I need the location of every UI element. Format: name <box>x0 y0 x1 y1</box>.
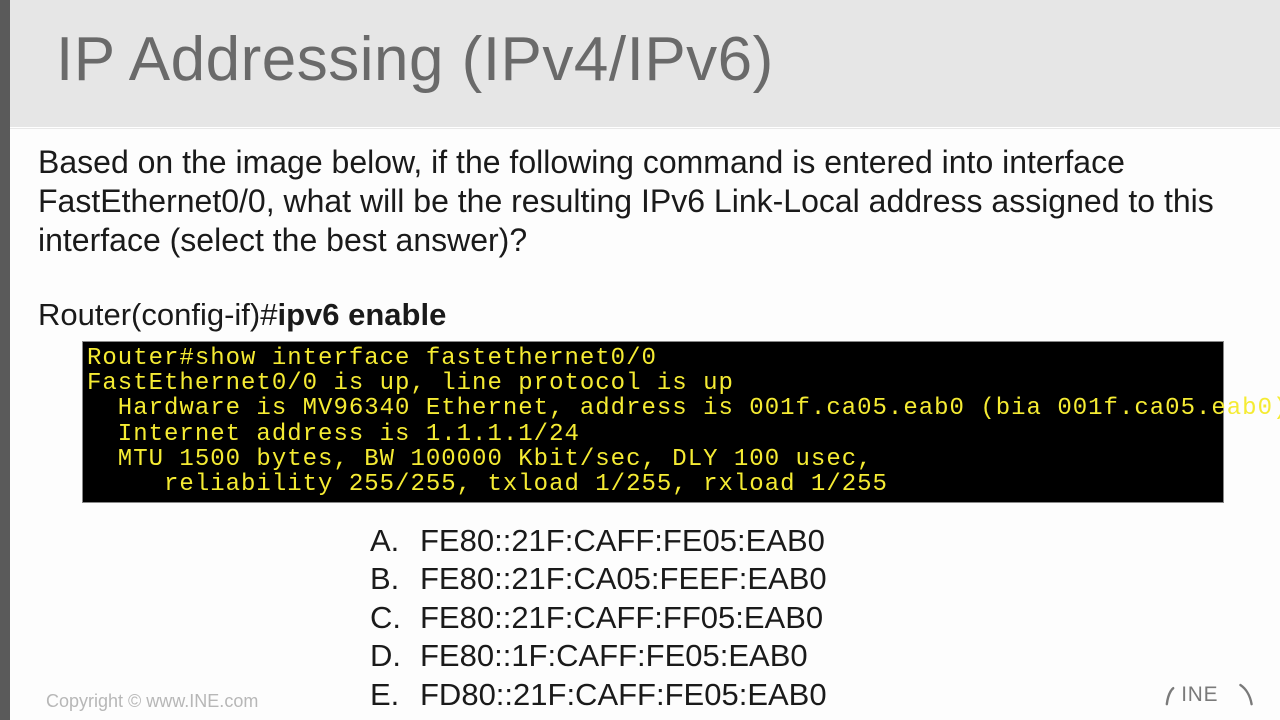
answer-text: FE80::21F:CA05:FEEF:EAB0 <box>420 560 827 598</box>
answer-option-b: B. FE80::21F:CA05:FEEF:EAB0 <box>370 560 827 598</box>
answer-letter: B. <box>370 560 420 598</box>
terminal-line: reliability 255/255, txload 1/255, rxloa… <box>87 471 888 498</box>
answer-option-a: A. FE80::21F:CAFF:FE05:EAB0 <box>370 522 827 560</box>
terminal-line: FastEthernet0/0 is up, line protocol is … <box>87 370 734 397</box>
answer-letter: D. <box>370 637 420 675</box>
slide-body: Based on the image below, if the followi… <box>10 129 1280 720</box>
answer-option-c: C. FE80::21F:CAFF:FF05:EAB0 <box>370 599 827 637</box>
answer-text: FD80::21F:CAFF:FE05:EAB0 <box>420 676 827 714</box>
answer-option-e: E. FD80::21F:CAFF:FE05:EAB0 <box>370 676 827 714</box>
question-text: Based on the image below, if the followi… <box>38 143 1238 260</box>
left-accent-strip <box>0 0 10 720</box>
ine-logo-icon: INE <box>1162 676 1258 710</box>
answer-letter: C. <box>370 599 420 637</box>
slide-header: IP Addressing (IPv4/IPv6) <box>10 0 1280 128</box>
svg-text:INE: INE <box>1181 683 1218 706</box>
copyright-text: Copyright © www.INE.com <box>46 691 258 712</box>
answer-option-d: D. FE80::1F:CAFF:FE05:EAB0 <box>370 637 827 675</box>
terminal-line: Hardware is MV96340 Ethernet, address is… <box>87 395 1280 422</box>
answer-letter: A. <box>370 522 420 560</box>
answer-list: A. FE80::21F:CAFF:FE05:EAB0 B. FE80::21F… <box>370 522 827 714</box>
terminal-line: Router#show interface fastethernet0/0 <box>87 345 657 372</box>
slide-title: IP Addressing (IPv4/IPv6) <box>56 24 774 95</box>
command-prompt: Router(config-if)# <box>38 297 277 332</box>
command-line: Router(config-if)#ipv6 enable <box>38 297 446 333</box>
terminal-line: MTU 1500 bytes, BW 100000 Kbit/sec, DLY … <box>87 446 873 473</box>
answer-text: FE80::1F:CAFF:FE05:EAB0 <box>420 637 808 675</box>
slide: IP Addressing (IPv4/IPv6) Based on the i… <box>0 0 1280 720</box>
terminal-line: Internet address is 1.1.1.1/24 <box>87 421 580 448</box>
answer-text: FE80::21F:CAFF:FF05:EAB0 <box>420 599 823 637</box>
answer-letter: E. <box>370 676 420 714</box>
terminal-output: Router#show interface fastethernet0/0 Fa… <box>82 341 1224 503</box>
answer-text: FE80::21F:CAFF:FE05:EAB0 <box>420 522 825 560</box>
command-text: ipv6 enable <box>277 297 446 332</box>
ine-logo: INE <box>1162 676 1258 710</box>
